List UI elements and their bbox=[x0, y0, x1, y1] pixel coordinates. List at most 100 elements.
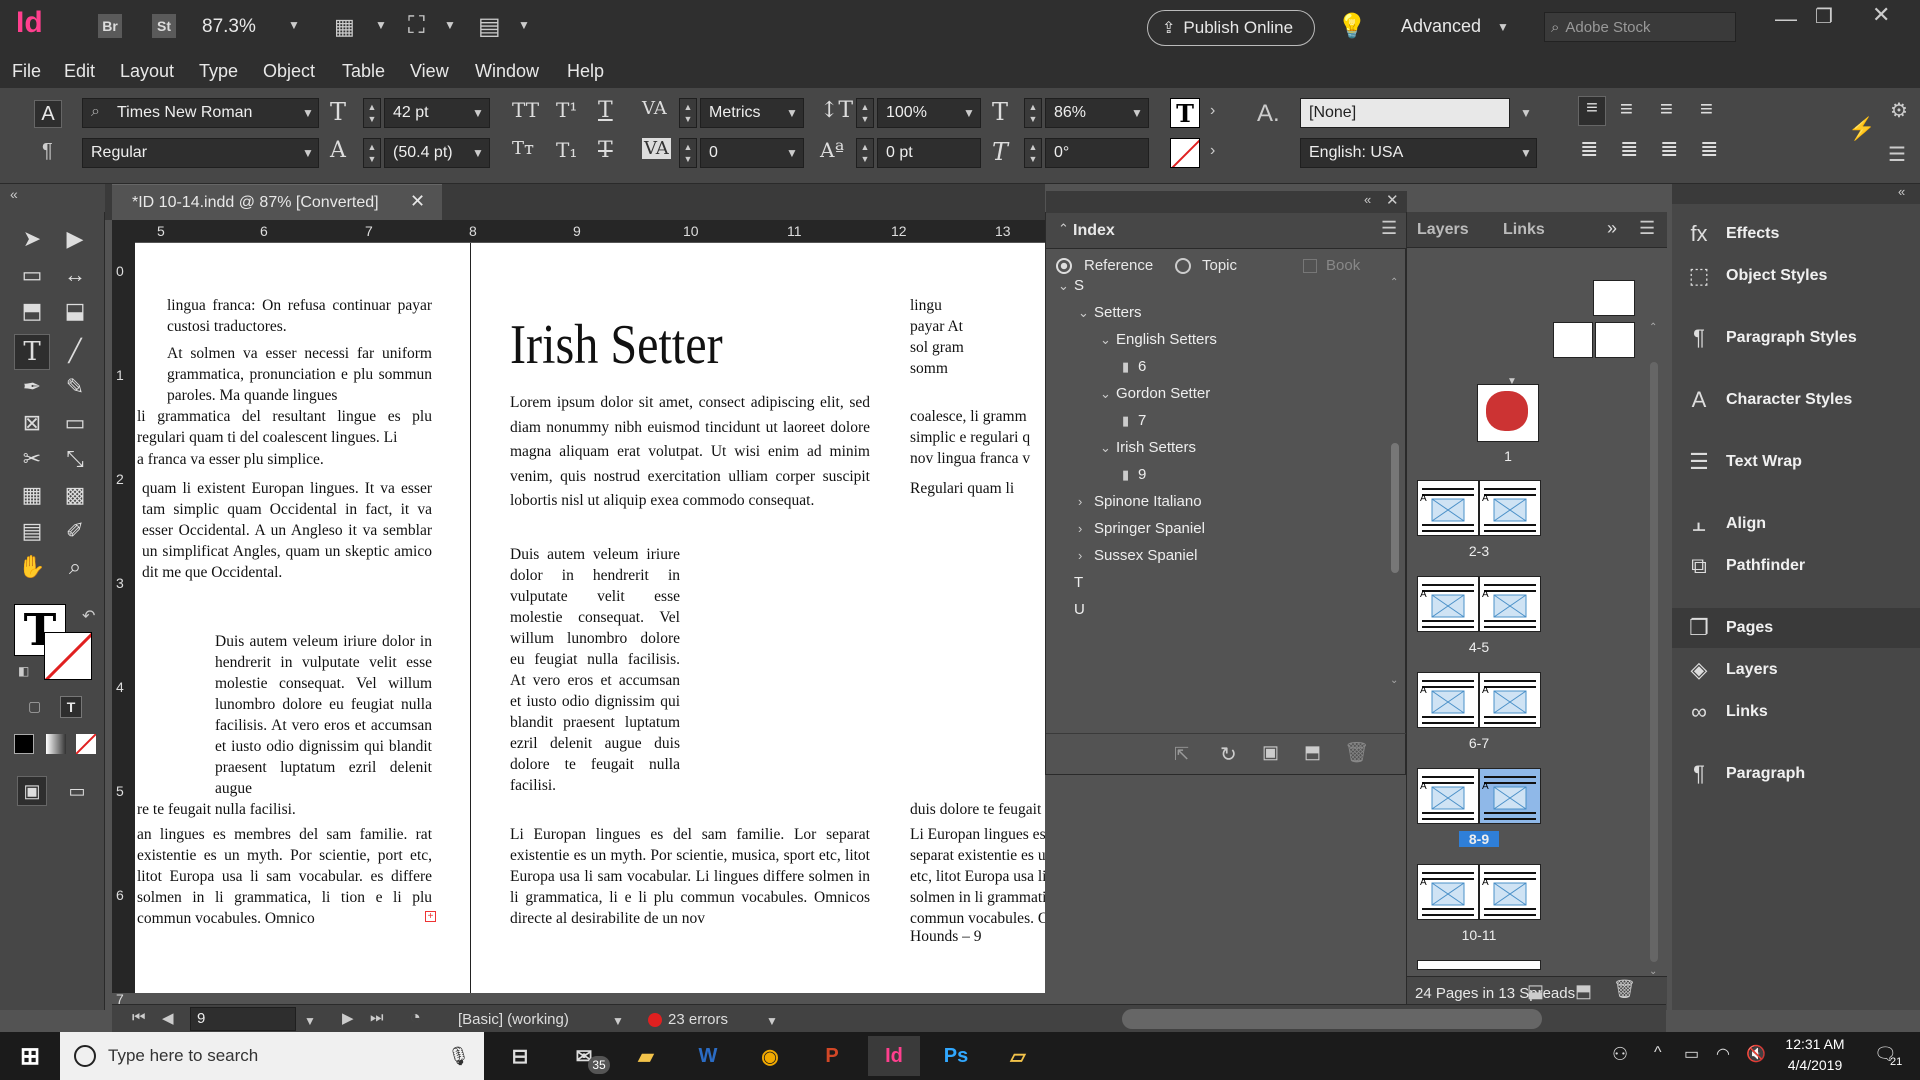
generate-index-icon[interactable]: ▣ bbox=[1262, 742, 1279, 763]
dock-align[interactable]: ⫠ Align bbox=[1672, 504, 1920, 544]
menu-window[interactable]: Window bbox=[475, 61, 539, 82]
chevron-down-icon[interactable]: ▼ bbox=[304, 1014, 316, 1028]
photoshop-taskbar-icon[interactable]: Ps bbox=[930, 1036, 982, 1076]
swap-fill-stroke-icon[interactable]: ↶ bbox=[82, 606, 95, 626]
menu-file[interactable]: File bbox=[12, 61, 41, 82]
zoom-level[interactable]: 87.3% bbox=[202, 16, 256, 38]
left-page-paragraph[interactable]: lingua franca: On refusa continuar payar… bbox=[167, 295, 432, 337]
menu-edit[interactable]: Edit bbox=[64, 61, 95, 82]
close-icon[interactable]: ✕ bbox=[1872, 2, 1890, 28]
spread-thumbnail[interactable]: AA bbox=[1417, 672, 1541, 728]
align-right-icon[interactable]: ≡ bbox=[1660, 96, 1673, 122]
font-style-field[interactable]: Regular bbox=[82, 138, 319, 168]
index-tree-item[interactable]: › Springer Spaniel bbox=[1078, 520, 1205, 537]
right-page-paragraph[interactable]: Li Europan lingues es membres del sam fa… bbox=[910, 824, 1045, 929]
left-page-paragraph[interactable]: a franca va esser plu simplice. bbox=[137, 449, 432, 470]
vertical-scale-stepper[interactable]: ▲ ▼ bbox=[856, 98, 874, 128]
eyedropper-tool-icon[interactable]: ✐ bbox=[60, 516, 90, 546]
task-view-icon[interactable]: ⊟ bbox=[494, 1036, 546, 1076]
spread-thumbnail[interactable]: AA bbox=[1417, 480, 1541, 536]
index-tree-item[interactable]: ▮ 7 bbox=[1122, 412, 1146, 429]
tab-layers[interactable]: Layers bbox=[1417, 221, 1469, 239]
master-page-thumbnail[interactable] bbox=[1593, 280, 1635, 316]
windows-start-icon[interactable]: ⊞ bbox=[4, 1036, 56, 1076]
arrange-documents-icon[interactable]: ▤ bbox=[478, 12, 501, 41]
gap-tool-icon[interactable]: ↔ bbox=[60, 260, 90, 290]
close-icon[interactable]: ✕ bbox=[410, 191, 425, 212]
dock-character-styles[interactable]: A Character Styles bbox=[1672, 380, 1920, 420]
wifi-icon[interactable]: ◠ bbox=[1716, 1044, 1730, 1064]
page-thumbnail[interactable]: A bbox=[1479, 480, 1541, 536]
chevron-down-icon[interactable]: ▼ bbox=[1520, 146, 1532, 160]
language-field[interactable]: English: USA bbox=[1300, 138, 1537, 168]
content-placer-icon[interactable]: ⬓ bbox=[60, 296, 90, 326]
screen-mode-icon[interactable]: ▭ bbox=[62, 776, 92, 806]
preflight-errors[interactable]: 23 errors bbox=[668, 1011, 728, 1028]
strikethrough-icon[interactable]: T bbox=[598, 138, 613, 163]
justify-left-icon[interactable]: ≣ bbox=[1580, 136, 1598, 162]
dock-pages[interactable]: ❐ Pages bbox=[1672, 608, 1920, 648]
collapse-icon[interactable]: « bbox=[1364, 192, 1371, 207]
page-thumbnail[interactable]: A bbox=[1417, 672, 1479, 728]
clock-date[interactable]: 4/4/2019 bbox=[1780, 1057, 1850, 1073]
adobe-stock-search[interactable]: ⌕ Adobe Stock bbox=[1544, 12, 1736, 42]
page-thumbnail[interactable]: A bbox=[1417, 864, 1479, 920]
previous-page-icon[interactable]: ◀ bbox=[162, 1009, 174, 1027]
ruler-origin[interactable] bbox=[112, 220, 135, 243]
index-tree-item[interactable]: T bbox=[1058, 574, 1083, 591]
kerning-stepper[interactable]: ▲ ▼ bbox=[679, 98, 697, 128]
font-family-field[interactable]: ⌕ Times New Roman bbox=[82, 98, 319, 128]
duis-paragraph[interactable]: Duis autem veleum iriure dolor in hendre… bbox=[510, 544, 680, 796]
dock-layers[interactable]: ◈ Layers bbox=[1672, 650, 1920, 690]
europan-paragraph[interactable]: Li Europan lingues es del sam familie. L… bbox=[510, 824, 870, 929]
chevron-down-icon[interactable]: ▼ bbox=[472, 146, 484, 160]
superscript-icon[interactable]: T¹ bbox=[556, 98, 577, 122]
pencil-tool-icon[interactable]: ✎ bbox=[60, 372, 90, 402]
stroke-none-icon[interactable] bbox=[1170, 138, 1200, 168]
view-options-icon[interactable]: ▦ bbox=[334, 14, 355, 40]
bridge-button[interactable]: Br bbox=[98, 14, 122, 38]
file-explorer-icon[interactable]: ▰ bbox=[620, 1036, 672, 1076]
chevron-down-icon[interactable]: ▼ bbox=[612, 1014, 624, 1028]
chevron-down-icon[interactable]: ▼ bbox=[375, 18, 387, 32]
justify-all-icon[interactable]: ≣ bbox=[1660, 136, 1678, 162]
powerpoint-icon[interactable]: P bbox=[806, 1036, 858, 1076]
next-page-icon[interactable]: ▶ bbox=[342, 1009, 354, 1027]
right-page-paragraph[interactable]: Regulari quam li bbox=[910, 478, 1040, 499]
lorem-paragraph[interactable]: Lorem ipsum dolor sit amet, consect adip… bbox=[510, 391, 870, 514]
files-icon[interactable]: ▱ bbox=[992, 1036, 1044, 1076]
index-tree-item[interactable]: ⌄ S bbox=[1058, 277, 1084, 294]
dock-paragraph[interactable]: ¶ Paragraph bbox=[1672, 754, 1920, 794]
index-tree-item[interactable]: ▮ 6 bbox=[1122, 358, 1146, 375]
justify-right-icon[interactable]: ≣ bbox=[1700, 136, 1718, 162]
more-tabs-icon[interactable]: » bbox=[1607, 218, 1617, 239]
dock-pathfinder[interactable]: ⧉ Pathfinder bbox=[1672, 546, 1920, 586]
chevron-down-icon[interactable]: ▼ bbox=[302, 146, 314, 160]
index-tab-title[interactable]: Index bbox=[1073, 222, 1115, 240]
trash-icon[interactable]: 🗑 bbox=[1344, 740, 1369, 765]
menu-layout[interactable]: Layout bbox=[120, 61, 174, 82]
chevron-down-icon[interactable]: ▼ bbox=[444, 18, 456, 32]
panel-menu-icon[interactable]: ☰ bbox=[1381, 218, 1397, 239]
horizontal-scrollbar[interactable] bbox=[1122, 1009, 1542, 1029]
index-tree-item[interactable]: ⌄ English Setters bbox=[1100, 331, 1217, 348]
word-icon[interactable]: W bbox=[682, 1036, 734, 1076]
apply-none-icon[interactable] bbox=[76, 734, 96, 754]
menu-type[interactable]: Type bbox=[199, 61, 238, 82]
left-page-paragraph[interactable]: quam li existent Europan lingues. It va … bbox=[142, 478, 432, 583]
spread-thumbnail[interactable] bbox=[1417, 960, 1541, 970]
first-page-icon[interactable]: ⏮ bbox=[132, 1009, 146, 1026]
panel-menu-icon[interactable]: ☰ bbox=[1888, 142, 1906, 167]
dock-object-styles[interactable]: ⬚ Object Styles bbox=[1672, 256, 1920, 296]
page-thumbnail[interactable]: A bbox=[1479, 768, 1541, 824]
stock-button[interactable]: St bbox=[152, 14, 176, 38]
scroll-thumb[interactable] bbox=[1391, 443, 1399, 573]
close-icon[interactable]: ✕ bbox=[1386, 191, 1399, 209]
default-fill-stroke-icon[interactable]: ◧ bbox=[18, 664, 29, 678]
leading-stepper[interactable]: ▲ ▼ bbox=[363, 138, 381, 168]
document-canvas[interactable]: lingua franca: On refusa continuar payar… bbox=[135, 243, 1045, 993]
page-thumbnail[interactable]: A bbox=[1417, 768, 1479, 824]
publish-online-button[interactable]: ⇪ Publish Online bbox=[1147, 10, 1315, 46]
underline-icon[interactable]: T bbox=[598, 98, 613, 123]
align-center-icon[interactable]: ≡ bbox=[1620, 96, 1633, 122]
